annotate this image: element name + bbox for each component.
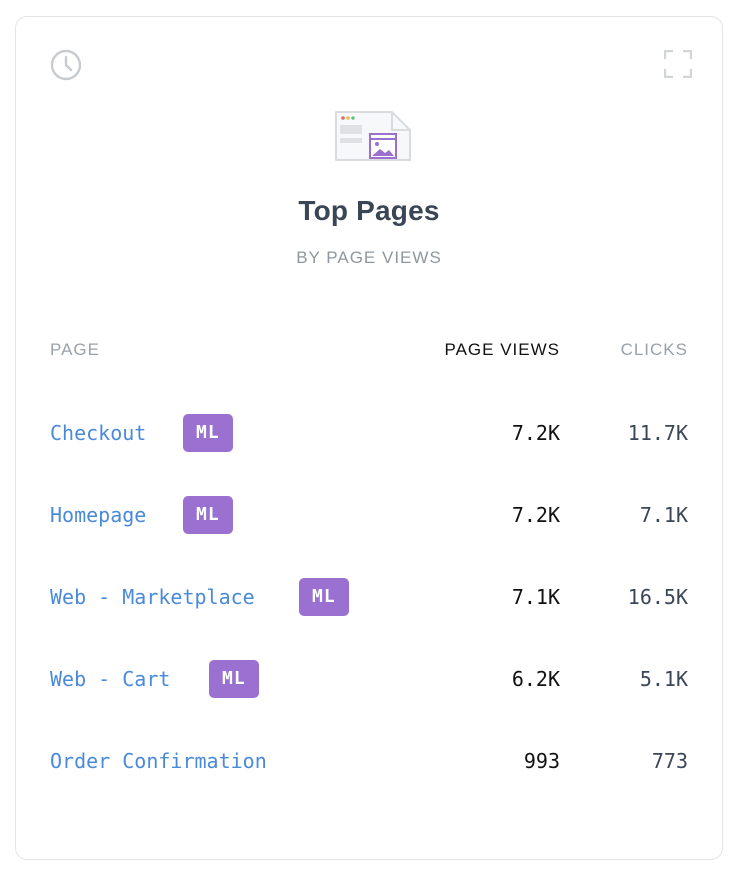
table-row: Homepage ML 7.2K 7.1K	[16, 495, 722, 535]
page-views-value: 7.2K	[511, 503, 560, 527]
column-header-page-views[interactable]: PAGE VIEWS	[445, 340, 561, 360]
card-title: Top Pages	[298, 195, 440, 226]
expand-icon[interactable]	[664, 50, 692, 78]
clicks-value: 7.1K	[639, 503, 688, 527]
pages-illustration-icon	[335, 111, 411, 161]
column-header-page[interactable]: PAGE	[50, 340, 100, 360]
clicks-value: 5.1K	[639, 667, 688, 691]
page-link[interactable]: Web - Marketplace	[50, 585, 255, 609]
column-header-clicks[interactable]: CLICKS	[621, 340, 688, 360]
ml-badge: ML	[183, 414, 233, 452]
page-link[interactable]: Order Confirmation	[50, 749, 267, 773]
clicks-value: 16.5K	[627, 585, 688, 609]
table-row: Checkout ML 7.2K 11.7K	[16, 413, 722, 453]
card-subtitle: BY PAGE VIEWS	[296, 248, 442, 267]
page-views-value: 7.2K	[511, 421, 560, 445]
clicks-value: 773	[651, 749, 688, 773]
table-row: Web - Cart ML 6.2K 5.1K	[16, 659, 722, 699]
table-row: Web - Marketplace ML 7.1K 16.5K	[16, 577, 722, 617]
page-views-value: 6.2K	[511, 667, 560, 691]
clicks-value: 11.7K	[627, 421, 688, 445]
page-views-value: 993	[523, 749, 560, 773]
page-link[interactable]: Checkout	[50, 421, 146, 445]
clock-icon[interactable]	[50, 49, 82, 81]
page-link[interactable]: Web - Cart	[50, 667, 170, 691]
top-pages-card: Top Pages BY PAGE VIEWS PAGE PAGE VIEWS …	[15, 16, 723, 860]
page-link[interactable]: Homepage	[50, 503, 146, 527]
ml-badge: ML	[209, 660, 259, 698]
ml-badge: ML	[299, 578, 349, 616]
page-views-value: 7.1K	[511, 585, 560, 609]
ml-badge: ML	[183, 496, 233, 534]
table-row: Order Confirmation 993 773	[16, 741, 722, 781]
